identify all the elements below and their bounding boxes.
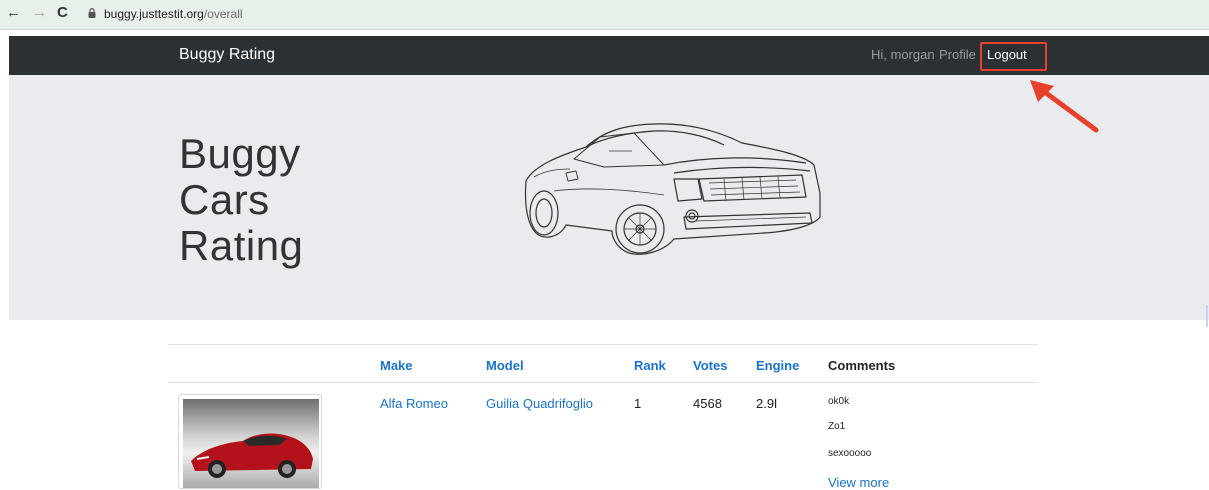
lock-icon [88,8,96,18]
brand-link[interactable]: Buggy Rating [179,46,275,64]
table-divider [168,382,1038,383]
annotation-arrow [1030,80,1099,133]
reload-icon[interactable]: C [57,4,68,22]
url-text: buggy.justtestit.org/overall [104,7,243,21]
hero-title: Buggy Cars Rating [179,131,303,269]
sort-engine-header[interactable]: Engine [756,358,799,373]
hero-title-line: Rating [179,222,304,269]
engine-cell: 2.9l [756,396,777,411]
forward-arrow-icon[interactable]: → [32,4,47,22]
model-link[interactable]: Guilia Quadrifoglio [486,396,593,411]
logout-highlight-box [980,42,1047,71]
car-photo [183,399,319,488]
comments-header: Comments [828,358,896,373]
view-more-link[interactable]: View more [828,475,889,490]
sort-model-header[interactable]: Model [486,358,524,373]
make-link[interactable]: Alfa Romeo [380,396,448,411]
hero-title-line: Buggy [179,130,301,177]
comment-item: Zo1 [828,421,846,432]
top-navbar: Buggy Rating Hi, morgan Profile Logout [9,36,1209,75]
car-outline-illustration [524,123,821,255]
browser-toolbar: ← → C buggy.justtestit.org/overall [0,0,1209,30]
rank-cell: 1 [634,396,642,411]
sort-make-header[interactable]: Make [380,358,413,373]
user-greeting: Hi, morgan [871,47,935,62]
comment-item: sexooooo [828,448,872,459]
car-thumbnail[interactable] [178,394,322,489]
sort-rank-header[interactable]: Rank [634,358,666,373]
profile-link[interactable]: Profile [939,47,976,62]
votes-cell: 4568 [693,396,722,411]
comment-item: ok0k [828,396,850,407]
back-arrow-icon[interactable]: ← [6,4,21,22]
red-car-photo [191,433,313,478]
address-bar[interactable]: buggy.justtestit.org/overall [84,5,1200,23]
sort-votes-header[interactable]: Votes [693,358,727,373]
scroll-indicator [1206,305,1208,327]
table-divider [168,344,1038,345]
hero-title-line: Cars [179,176,270,223]
